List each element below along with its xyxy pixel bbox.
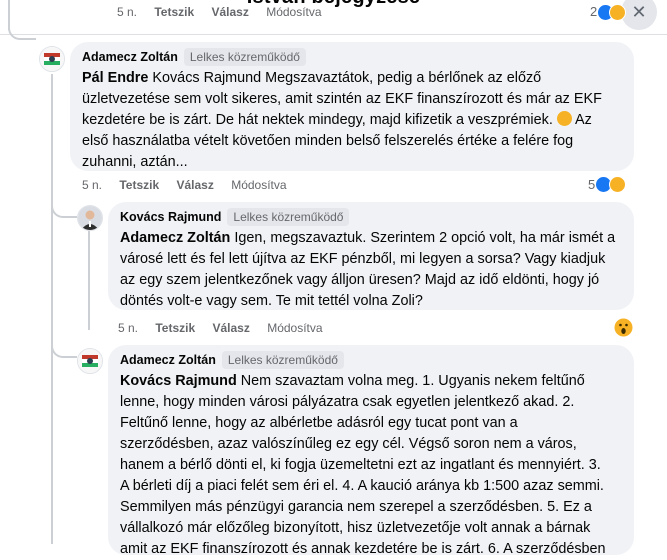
- reply-button[interactable]: Válasz: [177, 178, 214, 192]
- comment-header: Adamecz Zoltán Lelkes közreműködő: [120, 351, 622, 371]
- avatar-image: [78, 206, 102, 230]
- previous-comment-meta: 5 n. Tetszik Válasz Módosítva: [117, 5, 322, 19]
- comment-time[interactable]: 5 n.: [82, 178, 102, 192]
- like-button[interactable]: Tetszik: [155, 321, 195, 335]
- comment-actions: 5 n. Tetszik Válasz Módosítva: [82, 178, 301, 192]
- avatar[interactable]: [77, 205, 103, 231]
- comment-text: Adamecz Zoltán Igen, megszavaztuk. Szeri…: [120, 228, 622, 312]
- mention-link[interactable]: Pál Endre: [82, 70, 148, 86]
- like-button[interactable]: Tetszik: [119, 178, 159, 192]
- comment-body: Nem szavaztam volna meg. 1. Ugyanis neke…: [120, 373, 606, 557]
- status-badge: Lelkes közreműködő: [227, 208, 350, 226]
- avatar-image: [78, 349, 102, 373]
- avatar[interactable]: [39, 46, 65, 72]
- status-badge: Lelkes közreműködő: [221, 351, 344, 369]
- comment-header: Adamecz Zoltán Lelkes közreműködő: [82, 48, 622, 68]
- comment-bubble: Adamecz Zoltán Lelkes közreműködő Pál End…: [70, 42, 634, 171]
- reply-button[interactable]: Válasz: [212, 5, 249, 19]
- comment-text: Pál Endre Kovács Rajmund Megszavaztátok,…: [82, 68, 622, 173]
- wow-reaction-icon: [614, 318, 633, 337]
- avatar-image: [40, 47, 64, 71]
- thread-line: [88, 230, 90, 330]
- previous-comment-actions: 5 n. Tetszik Válasz Módosítva 2: [0, 4, 667, 35]
- status-badge: Lelkes közreműködő: [183, 48, 306, 66]
- thread-connector: [51, 340, 77, 358]
- thread-connector: [51, 200, 77, 218]
- comment-actions: 5 n. Tetszik Válasz Módosítva: [118, 321, 337, 335]
- reaction-summary[interactable]: 5: [588, 176, 627, 193]
- comment-bubble: Adamecz Zoltán Lelkes közreműködő Kovács …: [108, 345, 634, 557]
- edited-label: Módosítva: [266, 5, 322, 19]
- edited-label: Módosítva: [231, 178, 287, 192]
- sad-emoji-icon: [556, 111, 572, 126]
- reaction-summary[interactable]: [614, 318, 633, 337]
- dialog-header: István bejegyzése: [0, 0, 667, 8]
- mention-link[interactable]: Adamecz Zoltán: [120, 230, 230, 246]
- reply-button[interactable]: Válasz: [213, 321, 250, 335]
- comment-time[interactable]: 5 n.: [117, 5, 137, 19]
- mention-link[interactable]: Kovács Rajmund: [120, 373, 237, 389]
- author-name[interactable]: Adamecz Zoltán: [120, 353, 216, 367]
- reaction-count: 5: [588, 177, 596, 192]
- comment-header: Kovács Rajmund Lelkes közreműködő: [120, 208, 622, 228]
- like-button[interactable]: Tetszik: [154, 5, 194, 19]
- sad-reaction-icon: [609, 4, 626, 21]
- sad-reaction-icon: [609, 176, 627, 193]
- author-name[interactable]: Adamecz Zoltán: [82, 50, 178, 64]
- edited-label: Módosítva: [267, 321, 323, 335]
- avatar[interactable]: [77, 348, 103, 374]
- thread-connector: [8, 24, 36, 40]
- author-name[interactable]: Kovács Rajmund: [120, 210, 221, 224]
- comment-time[interactable]: 5 n.: [118, 321, 138, 335]
- dialog-title: István bejegyzése: [0, 0, 667, 9]
- comment-body: Kovács Rajmund Megszavaztátok, pedig a b…: [82, 70, 602, 128]
- thread-line: [51, 74, 53, 544]
- comment-bubble: Kovács Rajmund Lelkes közreműködő Adamecz…: [108, 202, 634, 310]
- comment-text: Kovács Rajmund Nem szavaztam volna meg. …: [120, 371, 622, 560]
